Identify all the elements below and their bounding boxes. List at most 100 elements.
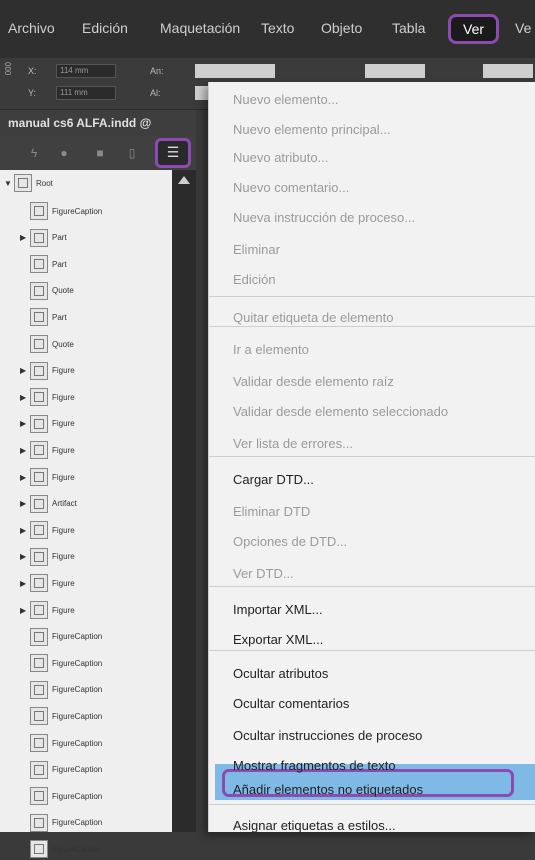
menu-item[interactable]: Nuevo elemento principal... — [233, 122, 391, 137]
y-field[interactable]: 111 mm — [56, 86, 116, 100]
menu-item[interactable]: Nuevo atributo... — [233, 150, 328, 165]
tree-item[interactable]: Part — [30, 253, 67, 275]
tree-item[interactable]: ▶ Figure — [20, 360, 75, 382]
menu-item[interactable]: Mostrar fragmentos de texto — [233, 758, 396, 773]
element-icon — [30, 335, 48, 353]
menu-archivo[interactable]: Archivo — [8, 20, 55, 36]
tree-item[interactable]: ▶ Figure — [20, 386, 75, 408]
menu-lines-icon: ☰ — [166, 144, 180, 160]
tree-item[interactable]: Part — [30, 306, 67, 328]
scroll-up-icon[interactable] — [178, 176, 190, 184]
tag-icon[interactable]: ■ — [92, 145, 108, 161]
element-icon — [30, 308, 48, 327]
expand-right-icon[interactable]: ▶ — [20, 446, 30, 455]
tree-item[interactable]: ▶ Figure — [20, 599, 75, 621]
tree-item[interactable]: ▶ Figure — [20, 439, 75, 461]
menu-item[interactable]: Validar desde elemento seleccionado — [233, 404, 448, 419]
expand-right-icon[interactable]: ▶ — [20, 579, 30, 588]
menu-item[interactable]: Importar XML... — [233, 602, 323, 617]
menu-ventana[interactable]: Ve — [515, 20, 531, 36]
menu-edicion[interactable]: Edición — [82, 20, 128, 36]
menu-tabla[interactable]: Tabla — [392, 20, 425, 36]
tree-item[interactable]: ▶ Part — [20, 227, 67, 249]
menu-texto[interactable]: Texto — [261, 20, 294, 36]
tree-item-label: Part — [52, 259, 67, 269]
menu-item[interactable]: Eliminar DTD — [233, 504, 310, 519]
menu-item[interactable]: Nuevo comentario... — [233, 180, 349, 195]
element-icon — [30, 414, 48, 433]
menu-item[interactable]: Exportar XML... — [233, 632, 323, 647]
expand-right-icon[interactable]: ▶ — [20, 393, 30, 402]
tree-item[interactable]: FigureCaption — [30, 812, 102, 834]
element-icon — [30, 601, 48, 619]
tree-item[interactable]: FigureCaption — [30, 785, 102, 807]
menu-ver[interactable]: Ver — [448, 14, 500, 44]
menu-item[interactable]: Asignar etiquetas a estilos... — [233, 818, 396, 833]
menu-objeto[interactable]: Objeto — [321, 20, 362, 36]
tree-item-label: FigureCaption — [52, 685, 103, 695]
tree-item[interactable]: Quote — [30, 333, 74, 355]
tree-item[interactable]: FigureCaption — [30, 652, 102, 674]
menu-item[interactable]: Nuevo elemento... — [233, 92, 339, 107]
menu-item[interactable]: Cargar DTD... — [233, 472, 314, 487]
menu-item[interactable]: Nueva instrucción de proceso... — [233, 210, 415, 225]
menu-item[interactable]: Quitar etiqueta de elemento — [233, 310, 393, 325]
angle-field[interactable] — [483, 64, 533, 78]
expand-right-icon[interactable]: ▶ — [20, 499, 30, 508]
expand-down-icon[interactable]: ▼ — [4, 179, 14, 188]
tree-item-label: Figure — [52, 578, 75, 588]
element-icon — [30, 228, 48, 247]
tree-item-label: FigureCaption — [52, 632, 103, 642]
panel-menu-button[interactable]: ☰ — [155, 138, 191, 168]
expand-right-icon[interactable]: ▶ — [20, 419, 30, 428]
tree-item[interactable]: ▶ Figure — [20, 546, 75, 568]
dot-icon[interactable]: ● — [56, 145, 72, 161]
tree-item[interactable]: FigureCaption — [30, 200, 102, 222]
width-label: An: — [150, 66, 164, 76]
tree-item[interactable]: ▶ Figure — [20, 466, 75, 488]
tree-item[interactable]: ▶ Figure — [20, 572, 75, 594]
menu-item[interactable]: Opciones de DTD... — [233, 534, 347, 549]
tree-item[interactable]: ▶ Artifact — [20, 493, 77, 515]
tree-item[interactable]: FigureCaption — [30, 626, 102, 648]
tree-item-label: FigureCaption — [52, 658, 103, 668]
menu-item[interactable]: Ocultar instrucciones de proceso — [233, 728, 422, 743]
lightning-icon[interactable]: ϟ — [26, 145, 42, 161]
trash-icon[interactable]: ▯ — [124, 145, 140, 161]
element-icon — [30, 441, 48, 460]
element-icon — [30, 468, 48, 486]
menu-item[interactable]: Edición — [233, 272, 276, 287]
menu-maquetacion[interactable]: Maquetación — [160, 20, 240, 36]
menu-item[interactable]: Añadir elementos no etiquetados — [233, 782, 423, 797]
menu-item[interactable]: Validar desde elemento raíz — [233, 374, 394, 389]
menu-item[interactable]: Ocultar comentarios — [233, 696, 349, 711]
menu-item[interactable]: Eliminar — [233, 242, 280, 257]
tree-item-label: Figure — [52, 605, 75, 615]
tree-item[interactable]: FigureCaption — [30, 759, 102, 781]
tree-item-label: Quote — [52, 339, 74, 349]
tree-item[interactable]: FigureCaption — [30, 732, 102, 754]
tree-root[interactable]: ▼ Root — [4, 172, 53, 194]
expand-right-icon[interactable]: ▶ — [20, 552, 30, 561]
expand-right-icon[interactable]: ▶ — [20, 233, 30, 242]
menu-item[interactable]: Ver DTD... — [233, 566, 294, 581]
tree-item[interactable]: FigureCaption — [30, 679, 102, 701]
x-field[interactable]: 114 mm — [56, 64, 116, 78]
expand-right-icon[interactable]: ▶ — [20, 473, 30, 482]
tree-item[interactable]: FigureCaption — [30, 705, 102, 727]
menu-item[interactable]: Ocultar atributos — [233, 666, 328, 681]
tree-item[interactable]: FigureCaption — [30, 838, 102, 860]
stroke-field[interactable] — [365, 64, 425, 78]
expand-right-icon[interactable]: ▶ — [20, 526, 30, 535]
tree-item[interactable]: ▶ Figure — [20, 413, 75, 435]
menu-item[interactable]: Ir a elemento — [233, 342, 309, 357]
expand-right-icon[interactable]: ▶ — [20, 606, 30, 615]
tree-item[interactable]: ▶ Figure — [20, 519, 75, 541]
tree-item-label: Figure — [52, 552, 75, 562]
tree-item[interactable]: Quote — [30, 280, 74, 302]
expand-right-icon[interactable]: ▶ — [20, 366, 30, 375]
root-element-icon — [14, 174, 32, 192]
menu-item[interactable]: Ver lista de errores... — [233, 436, 353, 451]
tree-scrollbar[interactable] — [172, 170, 196, 832]
width-field[interactable] — [195, 64, 275, 78]
